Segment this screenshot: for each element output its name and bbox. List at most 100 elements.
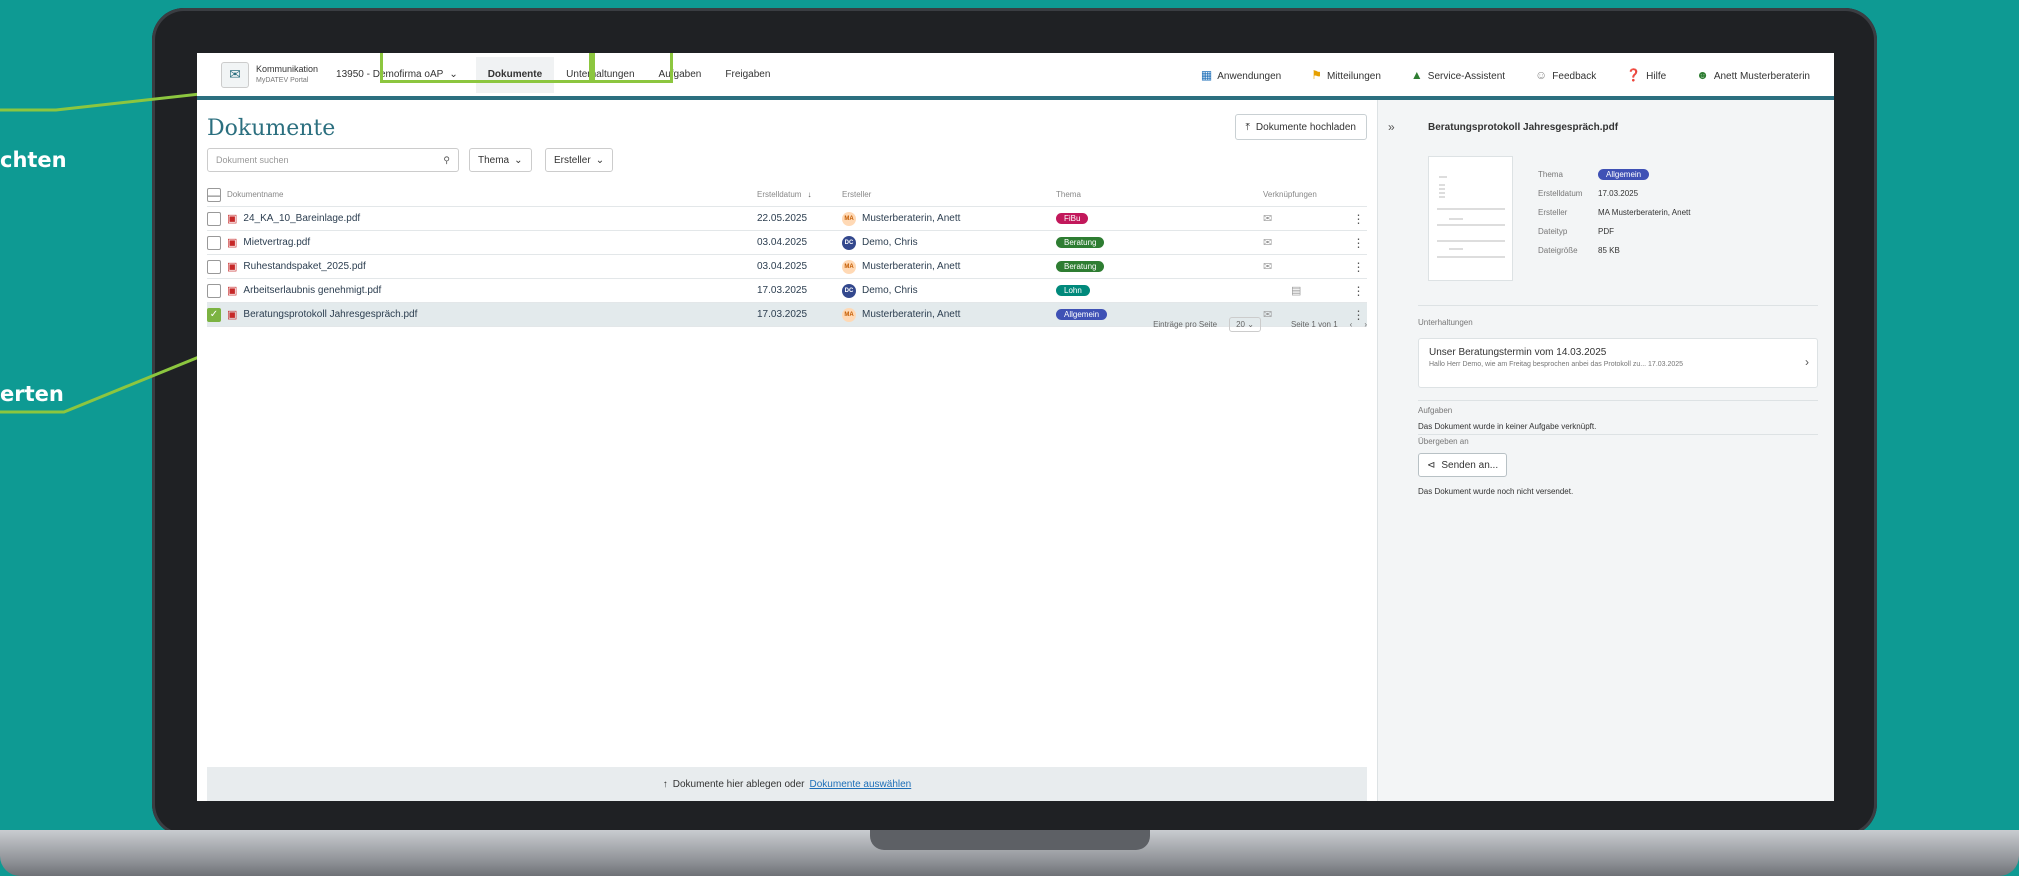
meta-value: 17.03.2025 (1598, 189, 1639, 198)
grid-icon: ▦ (1200, 67, 1213, 82)
row-checkbox[interactable] (207, 259, 221, 274)
brand-sub: MyDATEV Portal (256, 76, 309, 84)
brand: Kommunikation MyDATEV Portal (256, 64, 318, 86)
next-page-icon[interactable]: › (1364, 320, 1367, 329)
meta-key: Ersteller (1538, 208, 1568, 217)
nav-service-assistent[interactable]: ▲ Service-Assistent (1411, 68, 1505, 82)
avatar: MA (842, 211, 856, 226)
user-icon: ☻ (1696, 67, 1709, 82)
document-preview[interactable] (1428, 156, 1513, 281)
meta-key: Dateityp (1538, 227, 1568, 236)
doc-creator: Musterberaterin, Anett (862, 261, 961, 272)
filter-ersteller[interactable]: Ersteller ⌄ (545, 148, 614, 172)
task-link-icon[interactable]: ▤ (1291, 284, 1301, 297)
chat-link-icon[interactable]: ✉ (1263, 212, 1272, 225)
select-all-checkbox[interactable]: — (207, 187, 221, 202)
nav-feedback[interactable]: ☺ Feedback (1535, 68, 1596, 82)
collapse-panel-icon[interactable]: » (1388, 120, 1395, 134)
feedback-icon: ☺ (1535, 67, 1548, 82)
help-icon: ❓ (1626, 67, 1642, 82)
conversation-preview: Hallo Herr Demo, wie am Freitag besproch… (1429, 361, 1684, 368)
filter-thema[interactable]: Thema ⌄ (469, 148, 532, 172)
drop-zone[interactable]: ↑ Dokumente hier ablegen oder Dokumente … (207, 767, 1367, 801)
nav-user[interactable]: ☻ Anett Musterberaterin (1696, 68, 1810, 82)
doc-name[interactable]: Mietvertrag.pdf (243, 237, 310, 248)
chat-link-icon[interactable]: ✉ (1263, 236, 1272, 249)
preview-lines (1437, 176, 1505, 258)
divider (1418, 305, 1818, 306)
app-screen: ✉ Kommunikation MyDATEV Portal 13950 - D… (197, 53, 1834, 801)
document-meta: Thema Allgemein Erstelldatum 17.03.2025 … (1538, 169, 1691, 255)
entries-per-page-select[interactable]: 20 ⌄ (1229, 317, 1261, 332)
more-icon[interactable]: ⋮ (1350, 236, 1367, 250)
row-checkbox[interactable] (207, 283, 221, 298)
topic-badge: Beratung (1056, 261, 1105, 272)
highlight-freigaben (592, 53, 673, 83)
select-documents-link[interactable]: Dokumente auswählen (810, 779, 912, 790)
row-checkbox-checked[interactable]: ✓ (207, 307, 221, 322)
meta-key: Thema (1538, 170, 1563, 179)
doc-creator: Demo, Chris (862, 237, 918, 248)
page-title: Dokumente (207, 116, 336, 141)
tasks-label: Aufgaben (1418, 406, 1453, 415)
tab-freigaben[interactable]: Freigaben (713, 57, 782, 93)
share-icon: ⊲ (1427, 459, 1436, 471)
send-to-button[interactable]: ⊲ Senden an... (1418, 453, 1508, 477)
pdf-icon: ▣ (227, 213, 238, 225)
meta-key: Erstelldatum (1538, 189, 1583, 198)
conversation-card[interactable]: Unser Beratungstermin vom 14.03.2025 Hal… (1418, 338, 1818, 388)
doc-name[interactable]: 24_KA_10_Bareinlage.pdf (243, 213, 360, 224)
table-row[interactable]: ▣ Arbeitserlaubnis genehmigt.pdf 17.03.20… (207, 279, 1367, 303)
caption-bottom: erten (0, 382, 64, 406)
app-logo-icon[interactable]: ✉ (221, 61, 249, 88)
upload-button[interactable]: ⤒ Dokumente hochladen (1234, 114, 1367, 140)
highlight-tabs (380, 53, 592, 83)
dropzone-text: Dokumente hier ablegen oder (672, 778, 805, 790)
more-icon[interactable]: ⋮ (1350, 284, 1367, 298)
table-row[interactable]: ▣ Mietvertrag.pdf 03.04.2025 DC Demo, Chri… (207, 231, 1367, 255)
brand-name: Kommunikation (256, 63, 319, 74)
more-icon[interactable]: ⋮ (1350, 260, 1367, 274)
more-icon[interactable]: ⋮ (1350, 212, 1367, 226)
doc-name[interactable]: Beratungsprotokoll Jahresgespräch.pdf (243, 309, 417, 320)
doc-date: 03.04.2025 (757, 237, 808, 248)
col-erstelldatum[interactable]: Erstelldatum (757, 190, 801, 199)
nav-hilfe[interactable]: ❓ Hilfe (1626, 68, 1666, 82)
prev-page-icon[interactable]: ‹ (1350, 320, 1353, 329)
topic-badge: Allgemein (1598, 169, 1650, 180)
col-dokumentname[interactable]: Dokumentname (227, 190, 283, 199)
nav-label: Anett Musterberaterin (1713, 70, 1810, 82)
chevron-down-icon: ⌄ (514, 154, 523, 166)
nav-label: Feedback (1552, 70, 1597, 82)
row-checkbox[interactable] (207, 235, 221, 250)
detail-panel: » Beratungsprotokoll Jahresgespräch.pdf … (1377, 100, 1834, 801)
row-checkbox[interactable] (207, 211, 221, 226)
filter-label: Thema (478, 154, 510, 166)
col-ersteller[interactable]: Ersteller (842, 190, 1056, 199)
send-label: Senden an... (1441, 459, 1499, 471)
table-header: — Dokumentname Erstelldatum ↓ Ersteller Th… (207, 183, 1367, 207)
search-input[interactable]: Dokument suchen ⚲ (207, 148, 459, 172)
topic-badge: Allgemein (1056, 309, 1108, 320)
col-thema[interactable]: Thema (1056, 190, 1263, 199)
doc-name[interactable]: Arbeitserlaubnis genehmigt.pdf (243, 285, 381, 296)
meta-value: PDF (1598, 227, 1614, 236)
doc-creator: Musterberaterin, Anett (862, 213, 961, 224)
search-icon: ⚲ (443, 154, 450, 165)
conversation-title: Unser Beratungstermin vom 14.03.2025 (1429, 347, 1607, 358)
table-row[interactable]: ▣ Ruhestandspaket_2025.pdf 03.04.2025 MA M… (207, 255, 1367, 279)
table-row[interactable]: ▣ 24_KA_10_Bareinlage.pdf 22.05.2025 MA Mu… (207, 207, 1367, 231)
divider (1418, 400, 1818, 401)
divider (1418, 434, 1818, 435)
nav-mitteilungen[interactable]: ⚑ Mitteilungen (1311, 68, 1381, 82)
conversations-label: Unterhaltungen (1418, 318, 1473, 327)
chevron-down-icon: ⌄ (595, 154, 605, 166)
caption-top: chten (0, 148, 67, 172)
doc-date: 03.04.2025 (757, 261, 808, 272)
pagination: Einträge pro Seite 20 ⌄ Seite 1 von 1 ‹ … (1153, 317, 1367, 332)
doc-name[interactable]: Ruhestandspaket_2025.pdf (243, 261, 365, 272)
nav-anwendungen[interactable]: ▦ Anwendungen (1201, 68, 1281, 82)
avatar: DC (842, 235, 856, 250)
sort-down-icon[interactable]: ↓ (807, 190, 811, 199)
chat-link-icon[interactable]: ✉ (1263, 260, 1272, 273)
